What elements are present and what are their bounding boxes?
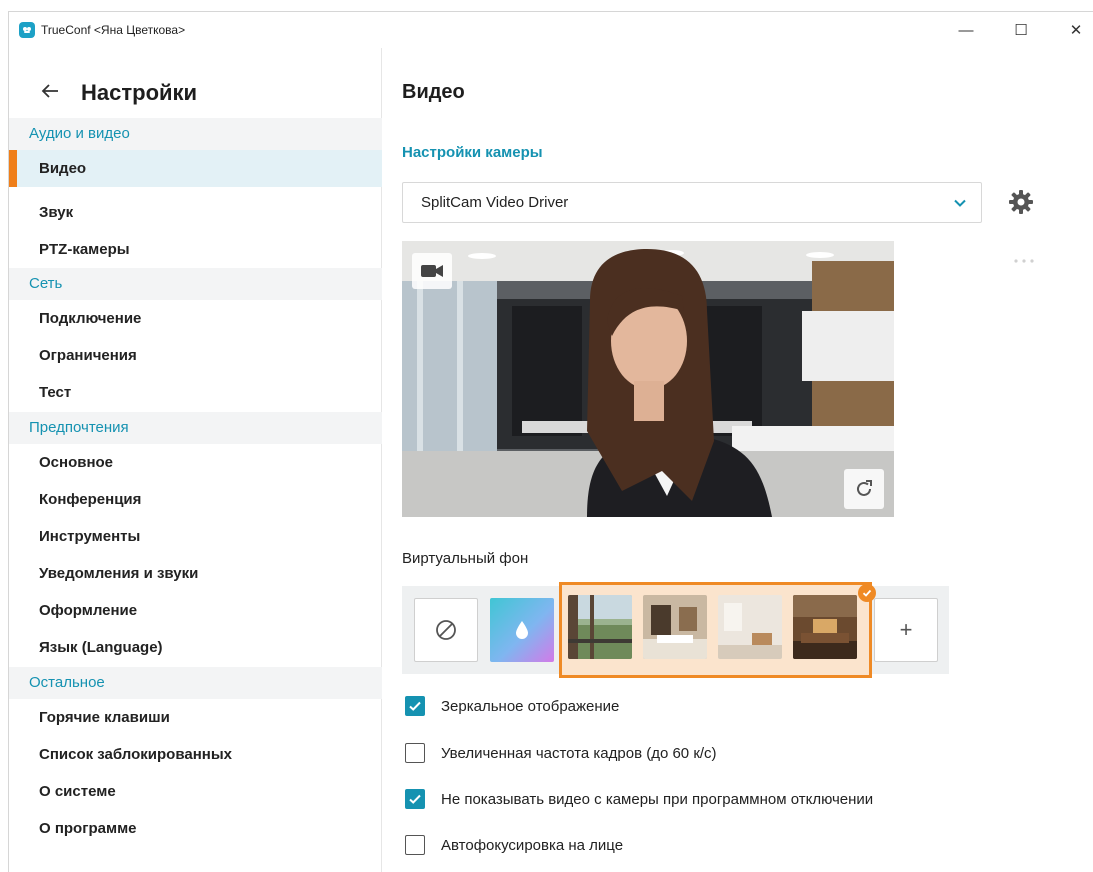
checkbox-high-framerate[interactable]	[405, 743, 425, 763]
camera-select[interactable]: SplitCam Video Driver	[402, 182, 982, 223]
plus-icon: +	[899, 617, 913, 642]
sidebar-item-ptz[interactable]: PTZ-камеры	[9, 231, 382, 268]
camera-section-title: Настройки камеры	[402, 144, 543, 161]
chevron-down-icon	[954, 199, 966, 207]
background-option-bright-room[interactable]	[718, 595, 782, 659]
option-face-autofocus[interactable]: Автофокусировка на лице	[405, 834, 623, 856]
group-header-preferences: Предпочтения	[9, 412, 382, 444]
camera-preview	[402, 241, 894, 517]
sidebar-item-system[interactable]: О системе	[9, 773, 382, 810]
virtual-background-strip: +	[402, 582, 949, 678]
sidebar-item-blocklist[interactable]: Список заблокированных	[9, 736, 382, 773]
option-hide-video-on-mute[interactable]: Не показывать видео с камеры при програм…	[405, 788, 873, 810]
gear-icon[interactable]	[1007, 188, 1035, 216]
sidebar-item-limits[interactable]: Ограничения	[9, 337, 382, 374]
background-option-warm-room[interactable]	[793, 595, 857, 659]
background-option-balcony[interactable]	[568, 595, 632, 659]
option-face-autofocus-label: Автофокусировка на лице	[441, 836, 624, 854]
sidebar-item-sound[interactable]: Звук	[9, 194, 382, 231]
sidebar-item-conference[interactable]: Конференция	[9, 481, 382, 518]
option-high-framerate[interactable]: Увеличенная частота кадров (до 60 к/с)	[405, 742, 717, 764]
page-title: Видео	[402, 81, 465, 103]
option-mirror-label: Зеркальное отображение	[441, 697, 620, 715]
camera-select-value: SplitCam Video Driver	[421, 194, 569, 211]
office-background-image	[402, 241, 894, 517]
sidebar-item-notifications[interactable]: Уведомления и звуки	[9, 555, 382, 592]
selected-backgrounds-group	[559, 582, 876, 678]
sidebar-item-test[interactable]: Тест	[9, 374, 382, 411]
sidebar-item-language[interactable]: Язык (Language)	[9, 629, 382, 666]
window-title: TrueConf <Яна Цветкова>	[41, 23, 186, 37]
sidebar-item-general[interactable]: Основное	[9, 444, 382, 481]
back-arrow-icon[interactable]	[39, 80, 61, 102]
blur-drop-icon	[516, 621, 528, 639]
background-option-living-room[interactable]	[643, 595, 707, 659]
option-high-framerate-label: Увеличенная частота кадров (до 60 к/с)	[441, 744, 717, 762]
settings-sidebar: Настройки Аудио и видео Видео Звук PTZ-к…	[9, 48, 382, 872]
more-dots-icon	[1014, 259, 1034, 263]
sidebar-item-hotkeys[interactable]: Горячие клавиши	[9, 699, 382, 736]
blur-background-option[interactable]	[490, 598, 554, 662]
app-logo-icon	[19, 22, 35, 38]
option-mirror[interactable]: Зеркальное отображение	[405, 695, 619, 717]
title-bar: TrueConf <Яна Цветкова> — ☐ ✕	[9, 12, 1093, 48]
sidebar-title: Настройки	[81, 80, 198, 105]
sidebar-item-video[interactable]: Видео	[9, 150, 382, 187]
option-hide-video-on-mute-label: Не показывать видео с камеры при програм…	[441, 790, 874, 808]
group-header-network: Сеть	[9, 268, 382, 300]
camera-icon[interactable]	[412, 253, 452, 289]
maximize-button[interactable]: ☐	[996, 12, 1046, 48]
group-header-audio-video: Аудио и видео	[9, 118, 382, 150]
add-background-button[interactable]: +	[874, 598, 938, 662]
minimize-button[interactable]: —	[941, 12, 991, 48]
video-settings-panel: Видео Настройки камеры SplitCam Video Dr…	[383, 48, 1093, 872]
sidebar-item-appearance[interactable]: Оформление	[9, 592, 382, 629]
settings-window: TrueConf <Яна Цветкова> — ☐ ✕ Настройки …	[8, 11, 1093, 872]
rotate-icon[interactable]	[844, 469, 884, 509]
sidebar-item-tools[interactable]: Инструменты	[9, 518, 382, 555]
checkbox-hide-video-on-mute[interactable]	[405, 789, 425, 809]
checkbox-face-autofocus[interactable]	[405, 835, 425, 855]
close-button[interactable]: ✕	[1051, 12, 1093, 48]
virtual-background-label: Виртуальный фон	[402, 550, 529, 567]
checkbox-mirror[interactable]	[405, 696, 425, 716]
sidebar-item-about[interactable]: О программе	[9, 810, 382, 847]
no-background-option[interactable]	[414, 598, 478, 662]
group-header-other: Остальное	[9, 667, 382, 699]
sidebar-item-connection[interactable]: Подключение	[9, 300, 382, 337]
no-background-icon	[436, 620, 456, 640]
